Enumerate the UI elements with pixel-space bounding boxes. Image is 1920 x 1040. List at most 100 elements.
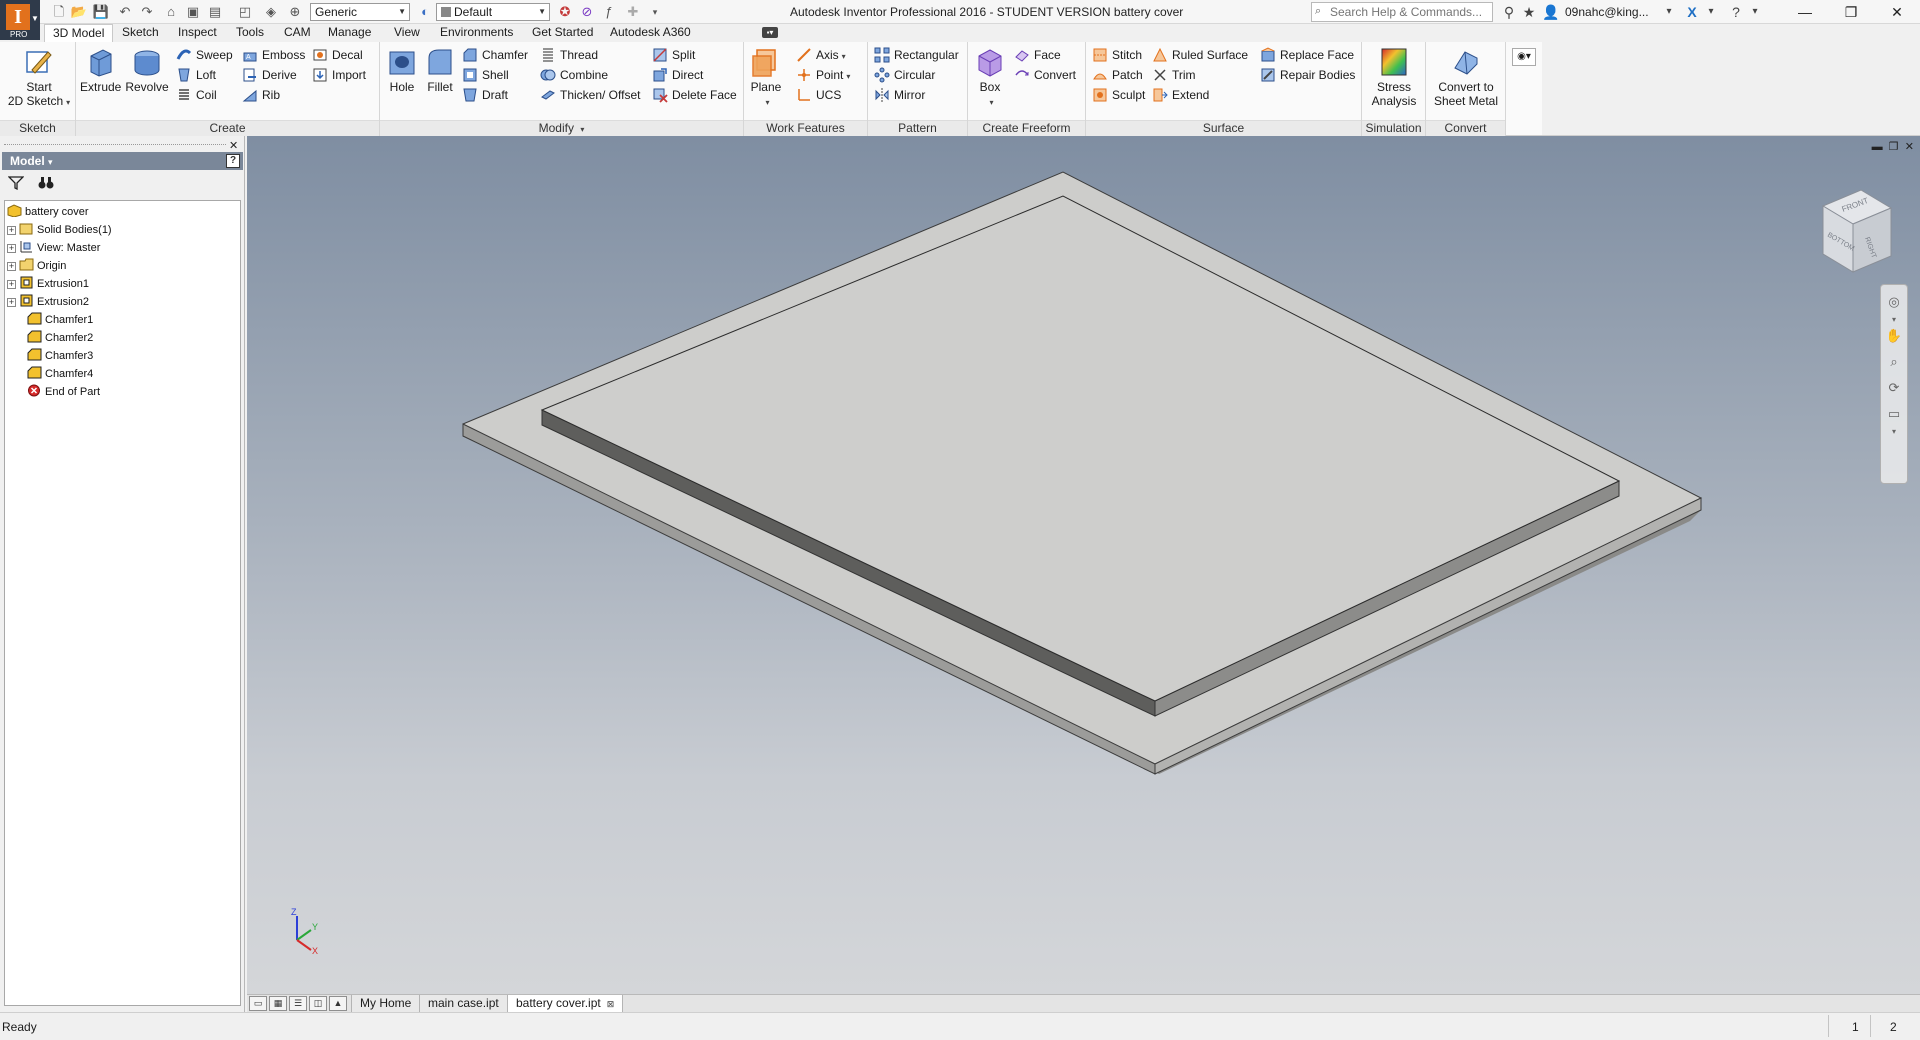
tree-node[interactable]: + Extrusion2 [7, 293, 89, 311]
filter-icon[interactable] [8, 176, 24, 190]
thicken-offset-button[interactable]: Thicken/ Offset [540, 85, 640, 105]
binoculars-icon[interactable] [38, 176, 54, 190]
crosshair-icon[interactable]: ✚ [624, 3, 642, 21]
viewcube[interactable]: FRONT RIGHT BOTTOM [1813, 188, 1899, 280]
tab-cam[interactable]: CAM [276, 24, 319, 42]
rectangular-pattern-button[interactable]: Rectangular [874, 45, 959, 65]
new-file-icon[interactable]: 🗋 [50, 3, 68, 21]
ribbon-display-toggle-icon[interactable]: ▪▾ [762, 27, 778, 38]
tree-node[interactable]: End of Part [27, 383, 100, 401]
doctab-my-home[interactable]: My Home [351, 995, 421, 1013]
trim-button[interactable]: Trim [1152, 65, 1196, 85]
undo-icon[interactable]: ↶ [116, 3, 134, 21]
chevron-down-icon[interactable]: ▾ [1885, 311, 1903, 324]
tab-3d-model[interactable]: 3D Model [44, 24, 114, 43]
tile-horizontal-icon[interactable]: ▭ [249, 996, 267, 1011]
tree-node[interactable]: Chamfer1 [27, 311, 93, 329]
tree-node[interactable]: battery cover [7, 203, 89, 221]
close-icon[interactable]: ✕ [1905, 141, 1914, 153]
tree-node[interactable]: Chamfer3 [27, 347, 93, 365]
chamfer-button[interactable]: Chamfer [462, 45, 528, 65]
combine-button[interactable]: Combine [540, 65, 608, 85]
doctab-battery-cover[interactable]: battery cover.ipt ⊠ [507, 995, 624, 1013]
revolve-button[interactable]: Revolve [124, 46, 170, 94]
mirror-button[interactable]: Mirror [874, 85, 925, 105]
application-menu-button[interactable]: I PRO ▼ [0, 0, 40, 40]
axis-button[interactable]: Axis ▾ [796, 45, 846, 65]
orbit-icon[interactable]: ⟳ [1885, 379, 1903, 397]
open-file-icon[interactable]: 📂 [70, 3, 88, 21]
appearance-icon[interactable]: ◐ [416, 3, 434, 21]
close-icon[interactable]: ✕ [229, 139, 238, 152]
tab-autodesk-a360[interactable]: Autodesk A360 [602, 24, 699, 42]
ruled-surface-button[interactable]: Ruled Surface [1152, 45, 1248, 65]
tile-vertical-icon[interactable]: ▦ [269, 996, 287, 1011]
split-button[interactable]: Split [652, 45, 695, 65]
browser-grip[interactable] [4, 144, 226, 146]
update-icon[interactable]: ▣ [184, 3, 202, 21]
chevron-down-icon[interactable]: ▾ [1746, 3, 1764, 21]
ucs-button[interactable]: UCS [796, 85, 841, 105]
minimize-button[interactable]: — [1782, 0, 1828, 24]
minimize-icon[interactable]: ▬ [1872, 141, 1883, 153]
exchange-apps-icon[interactable]: X [1683, 3, 1701, 21]
expand-icon[interactable]: + [7, 280, 16, 289]
freeform-convert-button[interactable]: Convert [1014, 65, 1076, 85]
draft-button[interactable]: Draft [462, 85, 508, 105]
tab-view[interactable]: View [386, 24, 428, 42]
tab-tools[interactable]: Tools [228, 24, 272, 42]
coil-button[interactable]: Coil [176, 85, 217, 105]
loft-button[interactable]: Loft [176, 65, 216, 85]
tab-environments[interactable]: Environments [432, 24, 521, 42]
close-icon[interactable]: ⊠ [607, 999, 615, 1009]
start-2d-sketch-button[interactable]: Start 2D Sketch ▾ [4, 46, 74, 110]
tab-manage[interactable]: Manage [320, 24, 379, 42]
color-icon[interactable]: ⊕ [286, 3, 304, 21]
tree-node[interactable]: Chamfer4 [27, 365, 93, 383]
import-button[interactable]: Import [312, 65, 366, 85]
direct-button[interactable]: Direct [652, 65, 703, 85]
thread-button[interactable]: Thread [540, 45, 598, 65]
sweep-button[interactable]: Sweep [176, 45, 233, 65]
measure-icon[interactable]: ▤ [206, 3, 224, 21]
cascade-icon[interactable]: ☰ [289, 996, 307, 1011]
binoculars-icon[interactable]: ⚲ [1500, 3, 1518, 21]
tree-node[interactable]: + Origin [7, 257, 66, 275]
hole-button[interactable]: Hole [384, 46, 420, 94]
chevron-down-icon[interactable]: ▾ [1660, 3, 1678, 21]
shell-button[interactable]: Shell [462, 65, 509, 85]
properties-icon[interactable]: ◈ [262, 3, 280, 21]
favorites-star-icon[interactable]: ★ [1520, 3, 1538, 21]
extrude-button[interactable]: Extrude [80, 46, 121, 94]
arrange-icon[interactable]: ◫ [309, 996, 327, 1011]
restore-icon[interactable]: ❐ [1889, 141, 1899, 153]
steering-wheel-icon[interactable]: ◎ [1885, 293, 1903, 311]
expand-icon[interactable]: + [7, 298, 16, 307]
stress-analysis-button[interactable]: Stress Analysis [1364, 46, 1424, 108]
chevron-down-icon[interactable]: ▾ [1702, 3, 1720, 21]
sculpt-button[interactable]: Sculpt [1092, 85, 1145, 105]
close-button[interactable]: ✕ [1874, 0, 1920, 24]
browser-header[interactable]: Model ▾ ? [2, 152, 243, 170]
clear-icon[interactable]: ⊘ [578, 3, 596, 21]
fillet-button[interactable]: Fillet [422, 46, 458, 94]
decal-button[interactable]: Decal [312, 45, 363, 65]
tab-sketch[interactable]: Sketch [114, 24, 167, 42]
tree-node[interactable]: Chamfer2 [27, 329, 93, 347]
redo-icon[interactable]: ↷ [138, 3, 156, 21]
pan-hand-icon[interactable]: ✋ [1885, 327, 1903, 345]
circular-pattern-button[interactable]: Circular [874, 65, 935, 85]
doctab-main-case[interactable]: main case.ipt [419, 995, 508, 1013]
chevron-down-icon[interactable]: ▾ [1885, 423, 1903, 436]
delete-face-button[interactable]: Delete Face [652, 85, 737, 105]
replace-face-button[interactable]: Replace Face [1260, 45, 1354, 65]
tree-node[interactable]: + View: Master [7, 239, 100, 257]
point-button[interactable]: Point ▾ [796, 65, 850, 85]
expand-icon[interactable]: + [7, 262, 16, 271]
convert-to-sheet-metal-button[interactable]: Convert to Sheet Metal [1428, 46, 1504, 108]
patch-button[interactable]: Patch [1092, 65, 1143, 85]
save-icon[interactable]: 💾 [92, 3, 110, 21]
adjust-icon[interactable]: ✪ [556, 3, 574, 21]
panel-title-modify[interactable]: Modify ▾ [380, 120, 743, 136]
emboss-button[interactable]: A Emboss [242, 45, 305, 65]
